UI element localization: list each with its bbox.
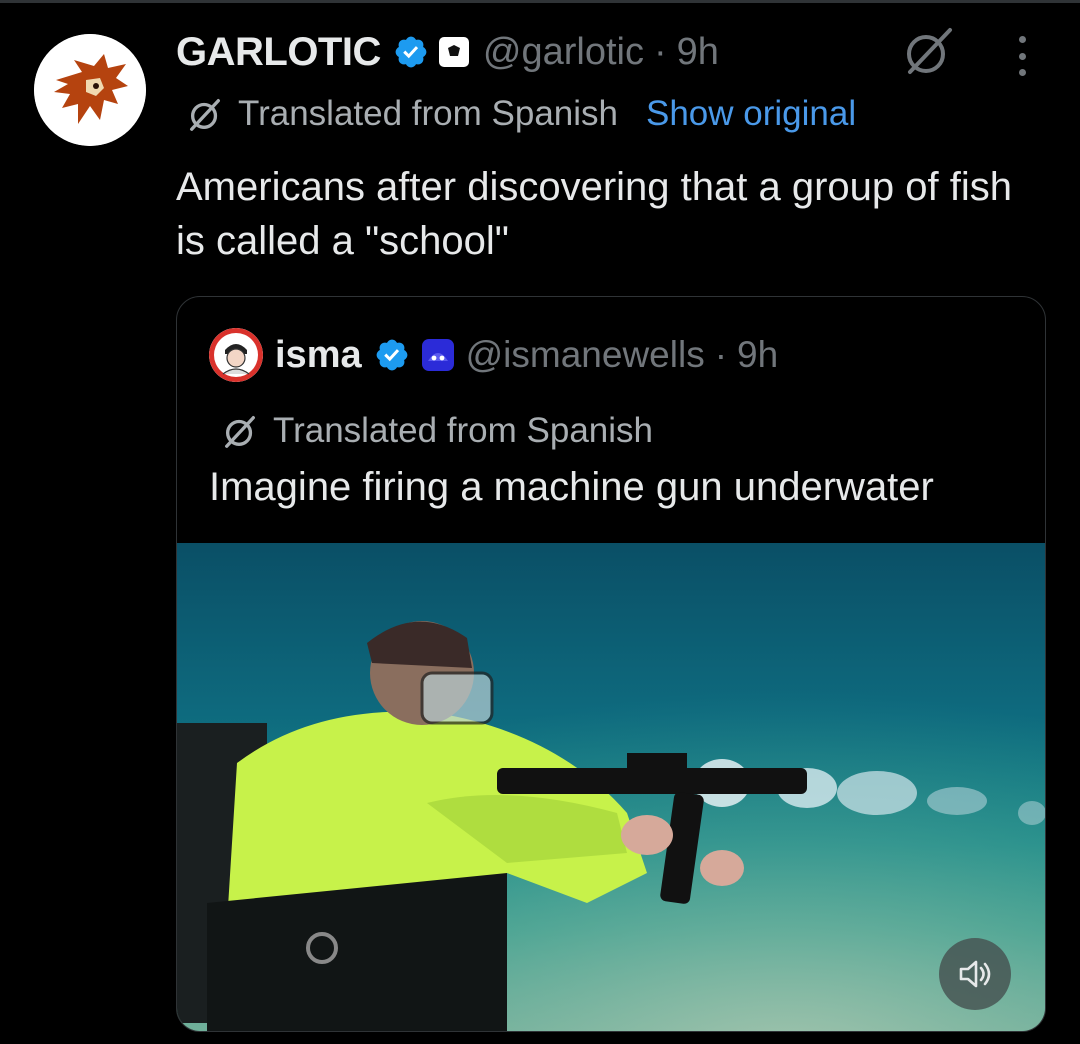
translated-label: Translated from Spanish [238, 94, 618, 133]
author-handle[interactable]: @garlotic [483, 31, 644, 74]
translate-icon [190, 99, 220, 131]
verified-badge-icon[interactable] [374, 337, 410, 373]
tweet-text: Americans after discovering that a group… [176, 165, 1012, 263]
author-name[interactable]: GARLOTIC [176, 30, 381, 75]
separator: · [653, 30, 667, 73]
quoted-author-avatar[interactable] [209, 328, 263, 382]
quoted-author-handle[interactable]: @ismanewells [466, 334, 705, 376]
video-frame [177, 543, 1045, 1031]
speaker-icon[interactable] [939, 938, 1011, 1010]
quoted-translation-note: Translated from Spanish [221, 409, 653, 453]
author-avatar[interactable] [34, 34, 146, 146]
affiliate-badge-icon[interactable] [438, 37, 469, 67]
translated-label: Translated from Spanish [273, 411, 653, 450]
separator: · [714, 334, 728, 375]
tweet-header: GARLOTIC @garlotic · 9h [176, 26, 719, 78]
translation-note: Translated from Spanish Show original [186, 92, 856, 136]
quoted-tweet-text: Imagine firing a machine gun underwater [209, 465, 934, 509]
quoted-author-name[interactable]: isma [275, 334, 362, 377]
top-divider [0, 0, 1080, 3]
quoted-tweet[interactable]: isma @ismanewells · 9h Translated from S… [176, 296, 1046, 1032]
tweet-time[interactable]: 9h [677, 31, 719, 74]
quoted-tweet-time[interactable]: 9h [737, 334, 778, 376]
more-options-icon[interactable] [1010, 36, 1034, 76]
quoted-tweet-header: isma @ismanewells · 9h [209, 327, 778, 383]
grok-icon[interactable] [900, 24, 956, 80]
show-original-link[interactable]: Show original [646, 94, 856, 134]
video-player[interactable] [177, 543, 1045, 1031]
translate-icon [225, 416, 255, 448]
affiliate-badge-icon[interactable] [421, 339, 454, 371]
verified-badge-icon[interactable] [393, 34, 429, 70]
